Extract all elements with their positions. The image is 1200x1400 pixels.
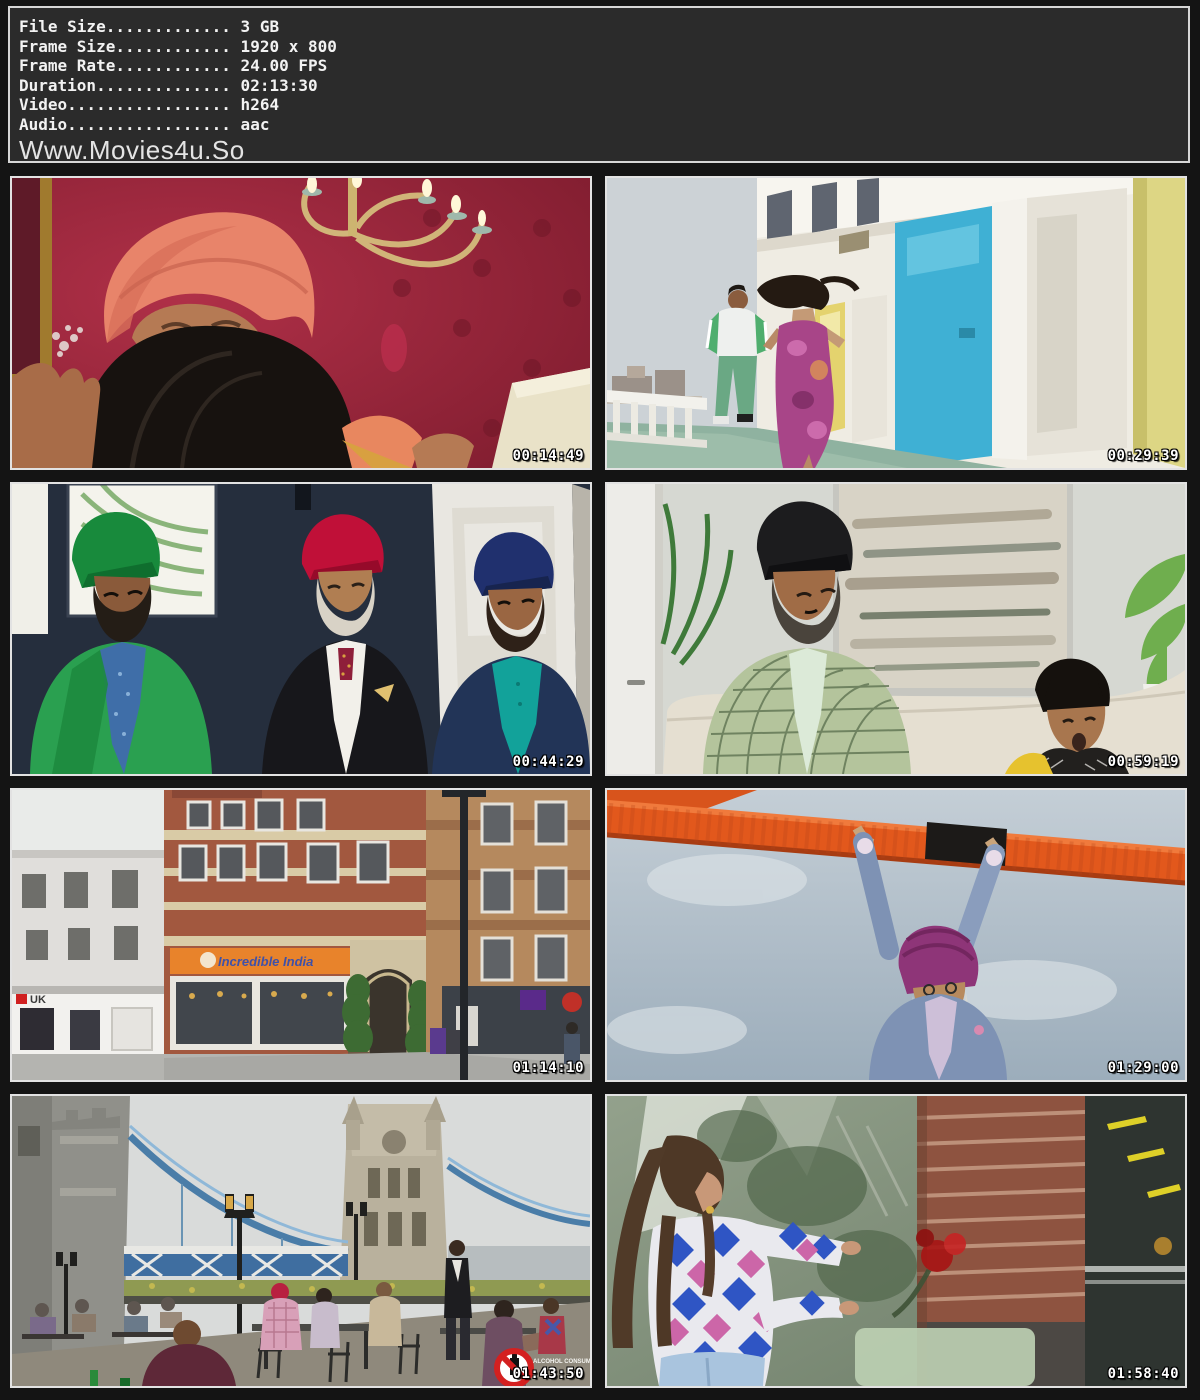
timestamp: 01:58:40 (1108, 1366, 1179, 1382)
screenshot-still-1: 00:14:49 (10, 176, 592, 470)
info-line-frame-rate: Frame Rate............ 24.00 FPS (19, 56, 1188, 76)
peacock-logo-icon (200, 952, 216, 968)
storefront-sign-text: Incredible India (218, 954, 313, 969)
timestamp: 01:29:00 (1108, 1060, 1179, 1076)
bank-logo (16, 994, 27, 1004)
lit-window-right (1085, 1096, 1185, 1386)
timestamp: 00:59:19 (1108, 754, 1179, 770)
scene-london-street: UK Incredible India (12, 790, 590, 1080)
media-info-panel: File Size............. 3 GB Frame Size..… (8, 6, 1190, 163)
scene-sadhu-orange-turban (12, 178, 590, 468)
shop-sign-uk: UK (30, 994, 46, 1006)
info-line-video: Video................. h264 (19, 95, 1188, 115)
street-lamp (460, 790, 468, 1080)
scene-woman-throwing-flowers (607, 1096, 1185, 1386)
screenshot-still-2: 00:29:39 (605, 176, 1187, 470)
wheelie-bin (430, 1028, 446, 1054)
info-line-frame-size: Frame Size............ 1920 x 800 (19, 37, 1188, 57)
building-left: UK (12, 850, 164, 1080)
timestamp: 00:44:29 (513, 754, 584, 770)
screenshot-still-5: UK Incredible India (10, 788, 592, 1082)
scene-tower-bridge-cafe: ALCOHOL CONSUMPTION IS INJURIOUS (12, 1096, 590, 1386)
timestamp: 01:43:50 (513, 1366, 584, 1382)
timestamp: 00:29:39 (1108, 448, 1179, 464)
blurred-planter (855, 1328, 1035, 1386)
wall-art-left (12, 484, 48, 634)
abstract-painting (833, 484, 1073, 696)
timestamp: 00:14:49 (513, 448, 584, 464)
scene-hanging-from-pipe (607, 790, 1185, 1080)
screenshot-still-8: 01:58:40 (605, 1094, 1187, 1388)
info-line-file-size: File Size............. 3 GB (19, 17, 1188, 37)
screenshot-still-3: 00:44:29 (10, 482, 592, 776)
scene-three-men-turbans (12, 484, 590, 774)
screenshot-still-4: 00:59:19 (605, 482, 1187, 776)
door-left (607, 484, 663, 774)
alcohol-warning-text: ALCOHOL CONSUMPTION IS INJURIOUS (533, 1359, 590, 1365)
info-line-duration: Duration.............. 02:13:30 (19, 76, 1188, 96)
scene-two-men-sofa (607, 484, 1185, 774)
timestamp: 01:14:10 (513, 1060, 584, 1076)
scene-beach-hut-promenade (607, 178, 1185, 468)
screenshot-still-6: 01:29:00 (605, 788, 1187, 1082)
info-line-audio: Audio................. aac (19, 115, 1188, 135)
screenshot-still-7: ALCOHOL CONSUMPTION IS INJURIOUS 01:43:5… (10, 1094, 592, 1388)
screenshot-grid: 00:14:49 (10, 176, 1187, 1388)
stone-tower-left (12, 1096, 130, 1354)
site-watermark: Www.Movies4u.So (19, 135, 1188, 165)
building-center-brick: Incredible India (164, 790, 436, 1070)
